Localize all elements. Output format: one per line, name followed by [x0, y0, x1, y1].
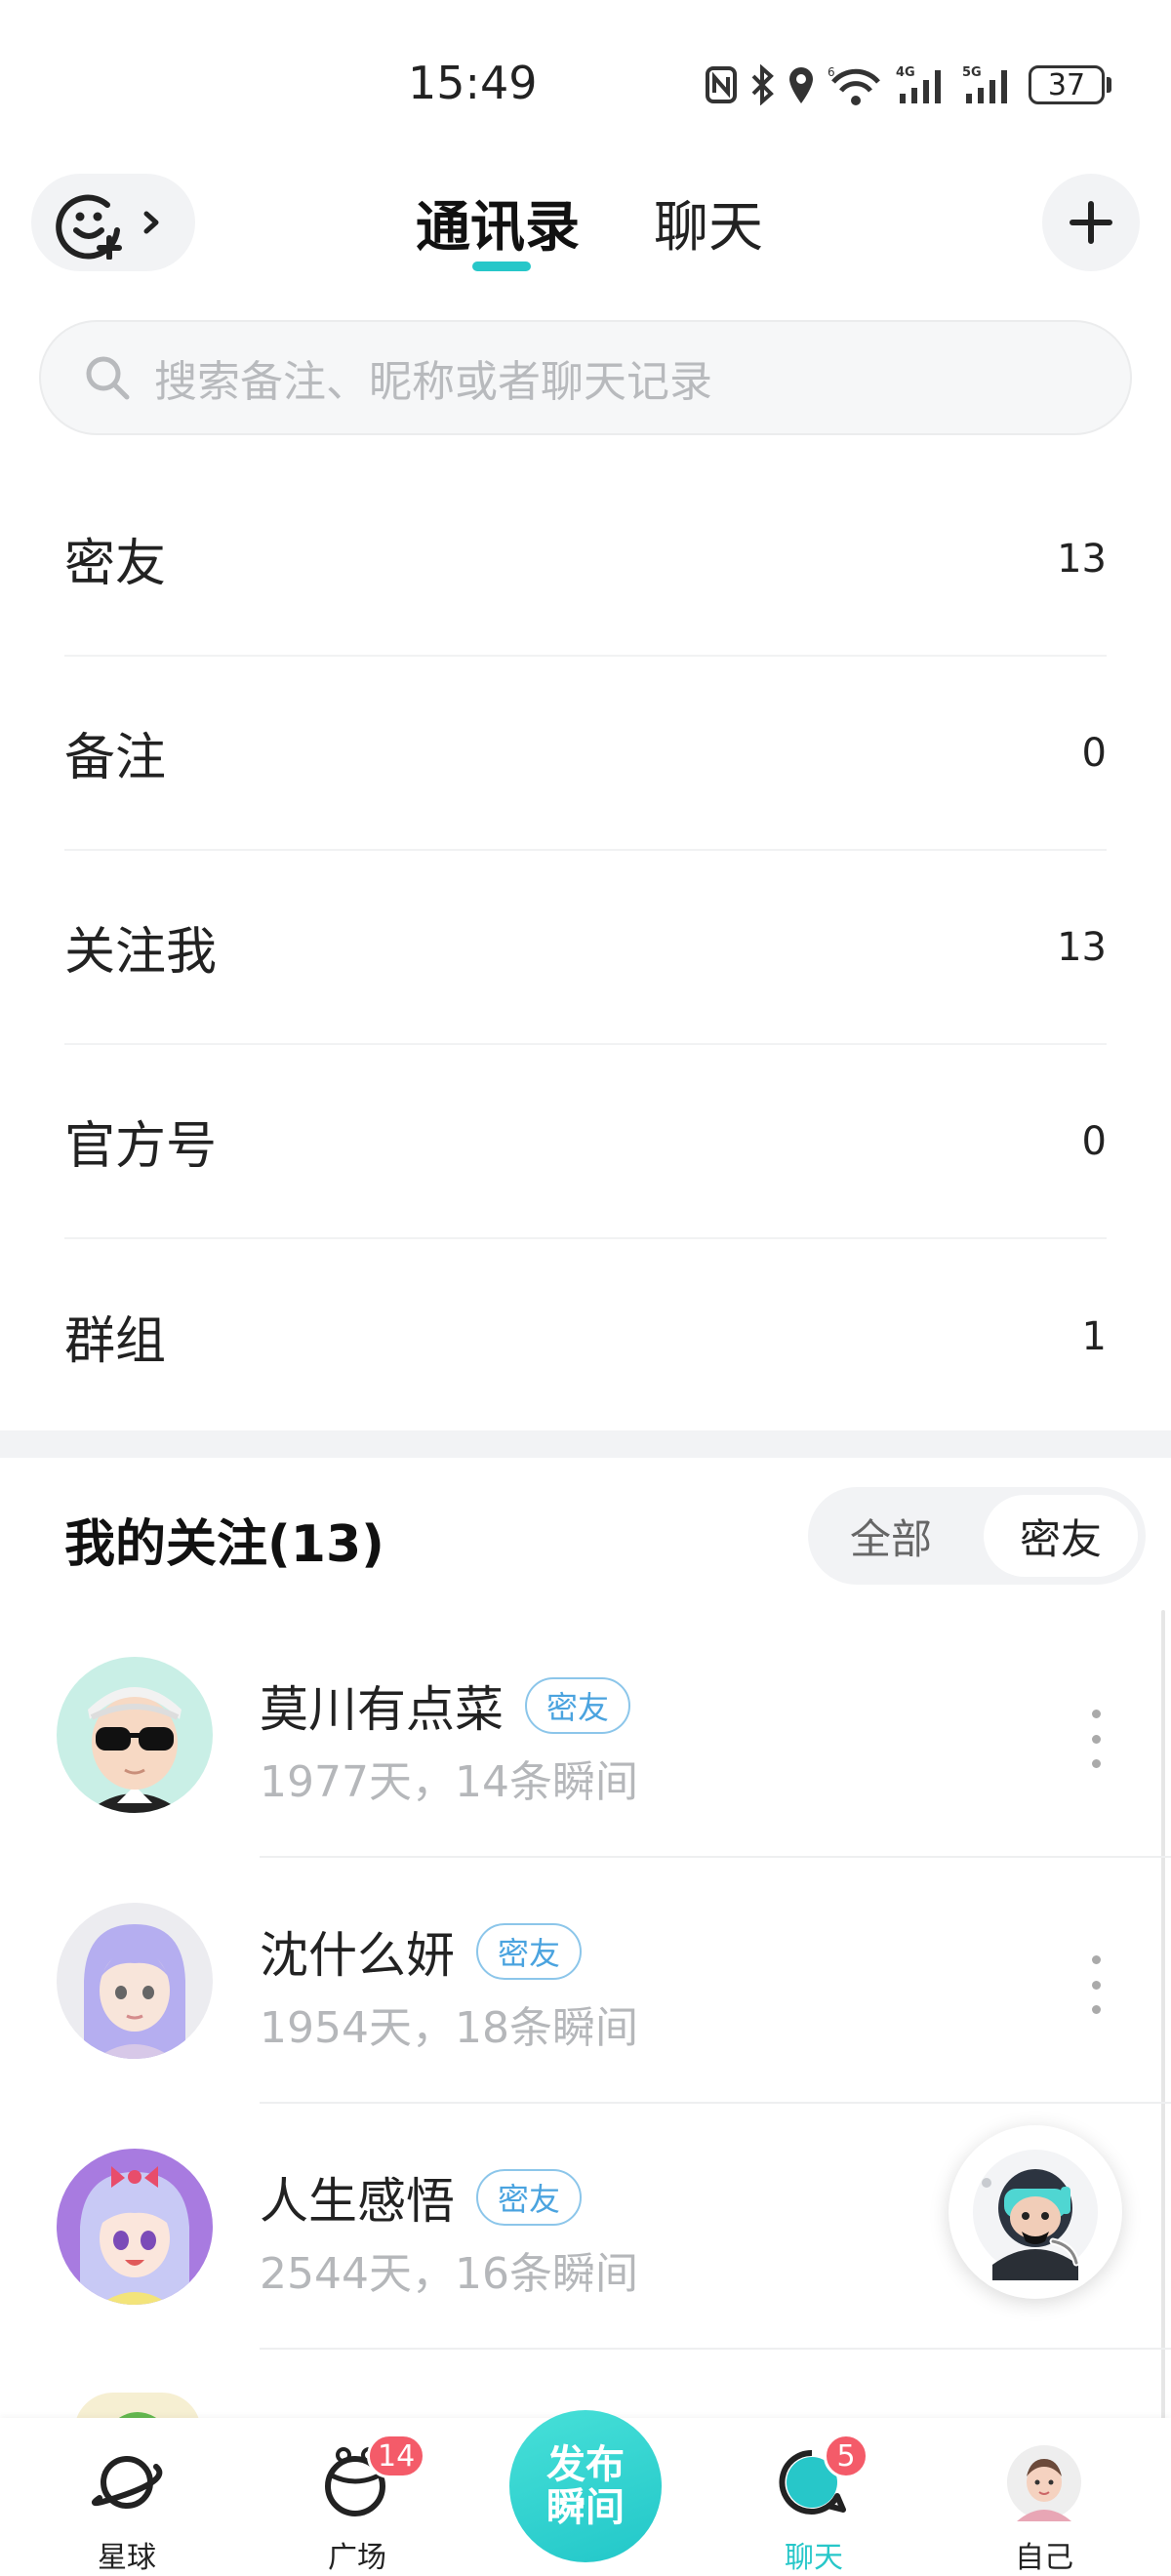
location-icon — [789, 67, 813, 103]
category-count: 0 — [1081, 1118, 1107, 1164]
filter-all-button[interactable]: 全部 — [818, 1495, 964, 1577]
planet-icon — [92, 2456, 163, 2509]
more-options-icon[interactable] — [1081, 1710, 1110, 1768]
contact-name: 沈什么妍 — [260, 1927, 455, 1984]
list-item[interactable]: 莫川有点菜 密友 1977天，14条瞬间 — [0, 1612, 1171, 1858]
chevron-right-icon — [143, 211, 159, 234]
bluetooth-icon — [751, 64, 774, 105]
category-followers[interactable]: 关注我 13 — [64, 851, 1107, 1045]
battery-indicator: 37 — [1029, 65, 1111, 104]
profile-avatar-icon — [1007, 2445, 1081, 2521]
contact-category-list: 密友 13 备注 0 关注我 13 官方号 0 群组 1 — [0, 463, 1171, 1433]
publish-moment-button[interactable]: 发布 瞬间 — [509, 2410, 662, 2562]
header: 通讯录 聊天 — [0, 166, 1171, 283]
nav-item-profile[interactable]: 自己 — [956, 2418, 1132, 2576]
close-friend-badge: 密友 — [476, 1923, 583, 1980]
close-friend-badge: 密友 — [525, 1677, 631, 1734]
category-remarks[interactable]: 备注 0 — [64, 657, 1107, 851]
active-tab-indicator — [472, 262, 531, 271]
search-icon — [86, 356, 130, 400]
nav-item-chat[interactable]: 5 聊天 — [726, 2418, 902, 2576]
svg-text:5G: 5G — [962, 65, 982, 80]
contact-stats: 2544天，16条瞬间 — [260, 2249, 638, 2299]
nav-label: 自己 — [1015, 2541, 1073, 2575]
publish-label-line1: 发布 — [546, 2442, 625, 2487]
nav-item-square[interactable]: 14 广场 — [269, 2418, 445, 2576]
category-label: 备注 — [64, 729, 167, 787]
category-count: 13 — [1057, 924, 1107, 970]
following-section-title: 我的关注(13) — [64, 1515, 384, 1574]
category-label: 关注我 — [64, 923, 218, 982]
floating-assistant-button[interactable] — [949, 2125, 1122, 2299]
svg-text:4G: 4G — [896, 65, 915, 80]
category-groups[interactable]: 群组 1 — [64, 1239, 1107, 1433]
contact-stats: 1954天，18条瞬间 — [260, 2003, 638, 2053]
category-official-accounts[interactable]: 官方号 0 — [64, 1045, 1107, 1239]
wifi-icon: 6 — [828, 65, 880, 105]
publish-label-line2: 瞬间 — [546, 2485, 625, 2530]
signal-5g-icon: 5G — [962, 65, 1007, 103]
category-count: 13 — [1057, 536, 1107, 582]
section-divider — [0, 1430, 1171, 1458]
notification-badge: 14 — [367, 2434, 426, 2478]
row-divider — [260, 2348, 1171, 2350]
list-item[interactable]: 沈什么妍 密友 1954天，18条瞬间 — [0, 1858, 1171, 2104]
smile-plus-icon — [56, 194, 122, 260]
add-friend-button[interactable] — [31, 174, 195, 271]
nfc-icon — [706, 66, 737, 103]
following-filter-toggle: 全部 密友 — [808, 1487, 1146, 1585]
close-friend-badge: 密友 — [476, 2169, 583, 2226]
diver-avatar-icon — [973, 2150, 1098, 2280]
filter-close-friends-button[interactable]: 密友 — [984, 1495, 1138, 1577]
status-icons: 6 4G 5G 37 — [705, 60, 1111, 109]
avatar[interactable] — [57, 1903, 213, 2059]
search-input[interactable]: 搜索备注、昵称或者聊天记录 — [39, 320, 1132, 435]
category-label: 群组 — [64, 1312, 167, 1371]
notification-badge: 5 — [824, 2434, 868, 2478]
status-bar: 15:49 6 4G 5G 37 — [0, 0, 1171, 166]
nav-label: 聊天 — [785, 2541, 843, 2575]
category-count: 1 — [1081, 1313, 1107, 1359]
contact-name: 莫川有点菜 — [260, 1681, 504, 1738]
tab-chat[interactable]: 聊天 — [654, 183, 763, 262]
category-close-friends[interactable]: 密友 13 — [64, 463, 1107, 657]
status-time: 15:49 — [408, 57, 538, 109]
avatar[interactable] — [57, 1657, 213, 1813]
add-button[interactable] — [1042, 174, 1140, 271]
contact-stats: 1977天，14条瞬间 — [260, 1757, 638, 1807]
search-placeholder: 搜索备注、昵称或者聊天记录 — [154, 357, 712, 407]
more-options-icon[interactable] — [1081, 1955, 1110, 2014]
category-count: 0 — [1081, 730, 1107, 776]
svg-text:6: 6 — [828, 65, 835, 79]
nav-label: 广场 — [328, 2541, 386, 2575]
category-label: 官方号 — [64, 1117, 218, 1176]
battery-level: 37 — [1047, 67, 1086, 102]
plus-icon — [1070, 201, 1112, 244]
signal-4g-icon: 4G — [896, 65, 941, 103]
nav-label: 星球 — [98, 2541, 156, 2575]
nav-item-planet[interactable]: 星球 — [39, 2418, 215, 2576]
category-label: 密友 — [64, 535, 167, 593]
contact-name: 人生感悟 — [260, 2173, 455, 2230]
tab-contacts[interactable]: 通讯录 — [416, 183, 580, 262]
avatar[interactable] — [57, 2149, 213, 2305]
